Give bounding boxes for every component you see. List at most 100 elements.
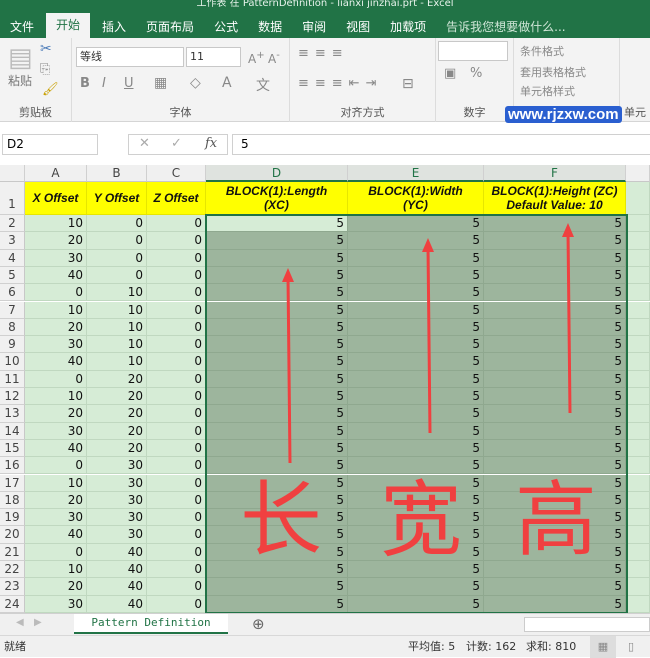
cell-G7[interactable] [626,301,650,319]
cell-E19[interactable]: 5 [348,509,484,527]
font-color-icon[interactable]: A [222,75,232,91]
cell-B4[interactable]: 0 [87,249,147,267]
tab-1[interactable]: 开始 [46,13,91,38]
cell-G13[interactable] [626,405,650,423]
cell-D14[interactable]: 5 [206,422,348,440]
cell-F11[interactable]: 5 [484,370,626,388]
cell-A7[interactable]: 10 [25,301,87,319]
cell-E24[interactable]: 5 [348,595,484,613]
cell-A9[interactable]: 30 [25,336,87,354]
cell-F20[interactable]: 5 [484,526,626,544]
cell-G11[interactable] [626,370,650,388]
cell-A21[interactable]: 0 [25,543,87,561]
cell-B17[interactable]: 30 [87,474,147,492]
row-header-2[interactable]: 2 [0,215,25,233]
cell-F7[interactable]: 5 [484,301,626,319]
formula-input[interactable]: 5 [232,134,650,155]
row-header-23[interactable]: 23 [0,578,25,596]
cell-G4[interactable] [626,249,650,267]
cell-C16[interactable]: 0 [147,457,206,475]
number-format-select[interactable] [438,41,508,61]
row-header-21[interactable]: 21 [0,543,25,561]
row-header-19[interactable]: 19 [0,509,25,527]
cell-E7[interactable]: 5 [348,301,484,319]
cell-G5[interactable] [626,266,650,285]
cell-A14[interactable]: 30 [25,422,87,440]
cell-E15[interactable]: 5 [348,439,484,458]
cell-F2[interactable]: 5 [484,215,626,233]
cell-F3[interactable]: 5 [484,232,626,250]
cell-E8[interactable]: 5 [348,318,484,337]
scroll-tabs-left-icon[interactable]: ◀ [16,617,24,628]
paste-icon[interactable]: ▤ [8,43,33,73]
row-header-13[interactable]: 13 [0,405,25,423]
cell-F19[interactable]: 5 [484,509,626,527]
column-header-A[interactable]: A [25,165,87,182]
cell-D8[interactable]: 5 [206,318,348,337]
cell-D15[interactable]: 5 [206,439,348,458]
cell-G8[interactable] [626,318,650,337]
page-layout-view-icon[interactable]: ▯ [628,636,634,658]
cell-A23[interactable]: 20 [25,578,87,596]
cell-B12[interactable]: 20 [87,388,147,406]
cell-C8[interactable]: 0 [147,318,206,337]
scroll-tabs-right-icon[interactable]: ▶ [34,617,42,628]
cell-D21[interactable]: 5 [206,543,348,561]
tab-0[interactable]: 文件 [0,16,44,38]
conditional-format-button[interactable]: 条件格式 [520,43,564,59]
cell-F13[interactable]: 5 [484,405,626,423]
cell-F14[interactable]: 5 [484,422,626,440]
column-header-C[interactable]: C [147,165,206,182]
cell-D18[interactable]: 5 [206,491,348,510]
cell-D16[interactable]: 5 [206,457,348,475]
cell-G23[interactable] [626,578,650,596]
cell-F18[interactable]: 5 [484,491,626,510]
merge-icon[interactable]: ⊟ [402,76,414,92]
cell-C18[interactable]: 0 [147,491,206,510]
underline-button[interactable]: U [124,76,134,91]
cell-D24[interactable]: 5 [206,595,348,613]
insert-function-icon[interactable]: fx [205,136,217,151]
cell-G3[interactable] [626,232,650,250]
cell-C19[interactable]: 0 [147,509,206,527]
cell-F9[interactable]: 5 [484,336,626,354]
cell-B16[interactable]: 30 [87,457,147,475]
cell-E20[interactable]: 5 [348,526,484,544]
cell-D13[interactable]: 5 [206,405,348,423]
horizontal-scrollbar[interactable] [524,617,650,632]
cell-D2[interactable]: 5 [206,215,348,233]
cell-G15[interactable] [626,439,650,458]
cell-D3[interactable]: 5 [206,232,348,250]
add-sheet-icon[interactable]: ⊕ [252,615,265,633]
cell-F12[interactable]: 5 [484,388,626,406]
bold-button[interactable]: B [80,76,90,91]
header-cell-A[interactable]: X Offset [25,182,87,215]
horizontal-align-icons[interactable]: ≡≡≡⇤⇥ [298,76,382,91]
cell-A3[interactable]: 20 [25,232,87,250]
cell-A17[interactable]: 10 [25,474,87,492]
cell-D17[interactable]: 5 [206,474,348,492]
cell-style-button[interactable]: 单元格样式 [520,83,575,99]
row-header-22[interactable]: 22 [0,561,25,579]
cell-E18[interactable]: 5 [348,491,484,510]
tab-2[interactable]: 插入 [92,16,136,38]
cell-E9[interactable]: 5 [348,336,484,354]
header-cell-E[interactable]: BLOCK(1):Width (YC) [348,182,484,215]
row-header-8[interactable]: 8 [0,318,25,337]
cell-B9[interactable]: 10 [87,336,147,354]
cut-icon[interactable]: ✂ [40,41,52,57]
cell-F23[interactable]: 5 [484,578,626,596]
cell-C6[interactable]: 0 [147,284,206,302]
cell-C7[interactable]: 0 [147,301,206,319]
cell-D6[interactable]: 5 [206,284,348,302]
cell-A11[interactable]: 0 [25,370,87,388]
cell-A16[interactable]: 0 [25,457,87,475]
cell-G24[interactable] [626,595,650,613]
tab-3[interactable]: 页面布局 [136,16,204,38]
cell-G16[interactable] [626,457,650,475]
cell-C22[interactable]: 0 [147,561,206,579]
table-format-button[interactable]: 套用表格格式 [520,64,586,80]
row-header-9[interactable]: 9 [0,336,25,354]
cell-B20[interactable]: 30 [87,526,147,544]
sheet-tab-pattern-definition[interactable]: Pattern Definition [74,614,228,634]
